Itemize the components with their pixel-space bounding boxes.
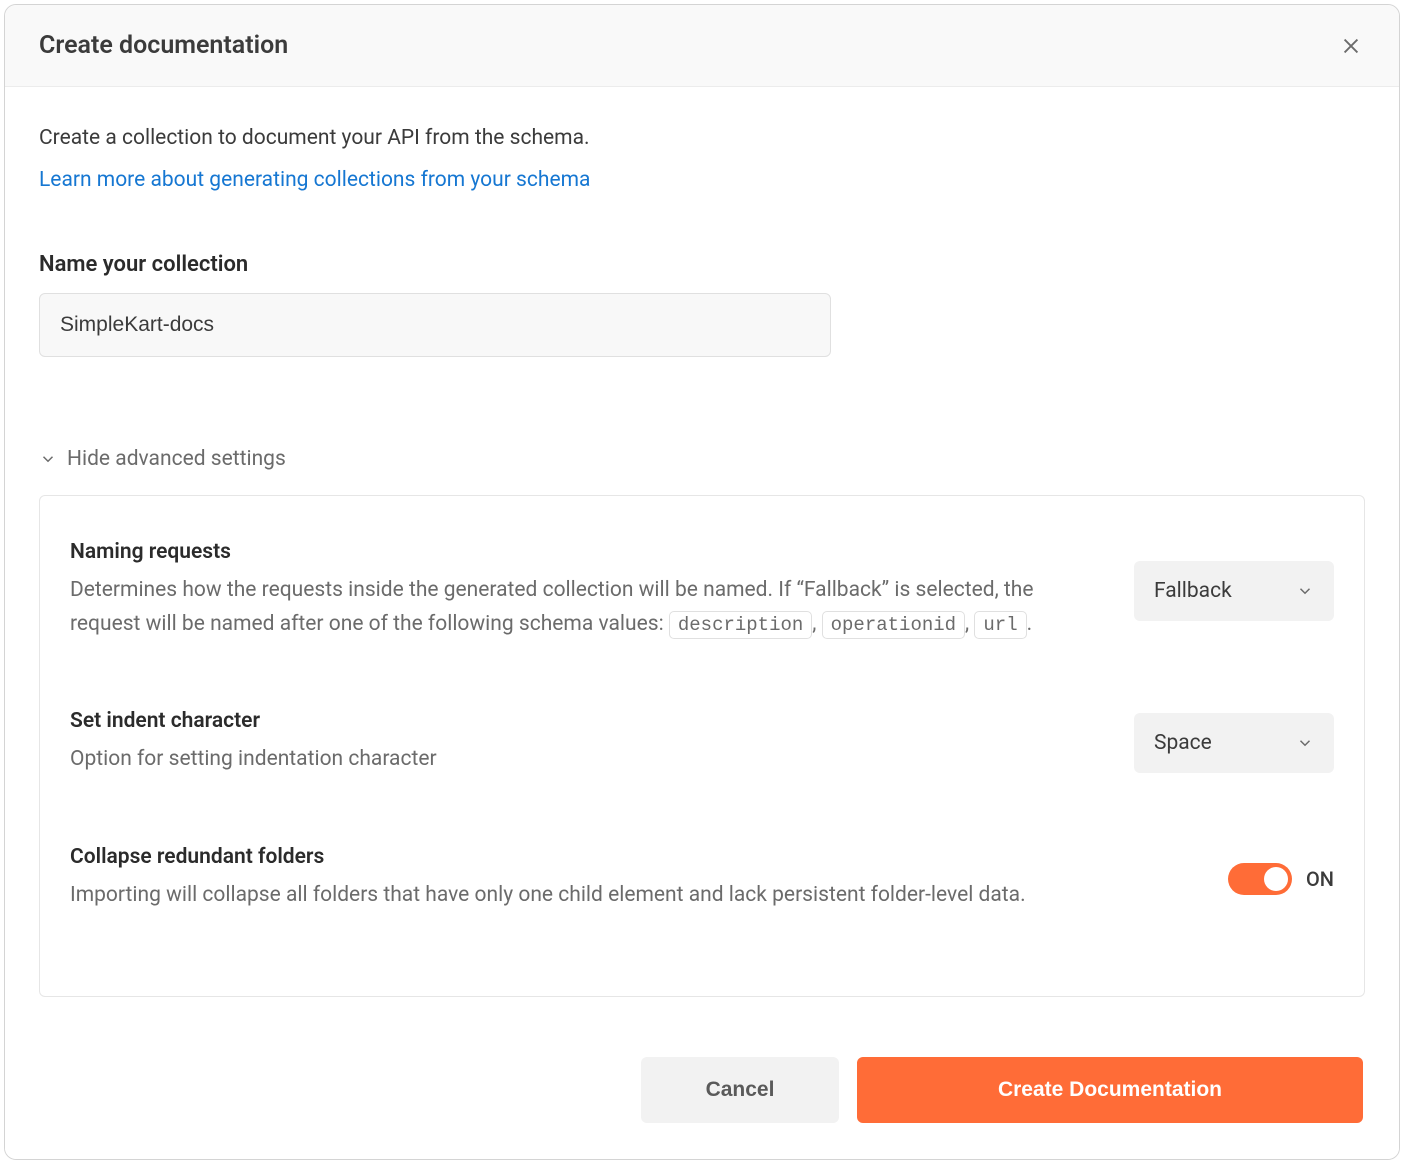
- toggle-state-label: ON: [1306, 867, 1334, 891]
- code-operationid: operationid: [822, 611, 965, 639]
- chevron-down-icon: [1296, 582, 1314, 600]
- setting-control: Space: [1134, 713, 1334, 773]
- advanced-settings-toggle[interactable]: Hide advanced settings: [39, 447, 1365, 471]
- dropdown-value: Space: [1154, 731, 1212, 755]
- learn-more-link[interactable]: Learn more about generating collections …: [39, 165, 590, 197]
- advanced-toggle-label: Hide advanced settings: [67, 447, 286, 471]
- dialog-footer: Cancel Create Documentation: [5, 1029, 1399, 1159]
- close-button[interactable]: [1337, 32, 1365, 60]
- name-collection-label: Name your collection: [39, 252, 1365, 277]
- setting-naming-requests: Naming requests Determines how the reque…: [70, 526, 1334, 665]
- setting-control: Fallback: [1134, 561, 1334, 621]
- setting-title: Collapse redundant folders: [70, 845, 1188, 869]
- indent-character-dropdown[interactable]: Space: [1134, 713, 1334, 773]
- setting-text: Naming requests Determines how the reque…: [70, 540, 1094, 641]
- setting-title: Naming requests: [70, 540, 1094, 564]
- create-documentation-dialog: Create documentation Create a collection…: [4, 4, 1400, 1160]
- dialog-title: Create documentation: [39, 31, 288, 60]
- advanced-settings-panel: Naming requests Determines how the reque…: [39, 495, 1365, 997]
- setting-collapse-folders: Collapse redundant folders Importing wil…: [70, 801, 1334, 937]
- setting-text: Collapse redundant folders Importing wil…: [70, 845, 1188, 913]
- setting-indent-character: Set indent character Option for setting …: [70, 665, 1334, 801]
- setting-control: ON: [1228, 863, 1334, 895]
- setting-description: Determines how the requests inside the g…: [70, 574, 1094, 641]
- chevron-down-icon: [39, 450, 57, 468]
- toggle-wrap: ON: [1228, 863, 1334, 895]
- dialog-header: Create documentation: [5, 5, 1399, 87]
- naming-requests-dropdown[interactable]: Fallback: [1134, 561, 1334, 621]
- dialog-body[interactable]: Create a collection to document your API…: [5, 87, 1399, 1029]
- chevron-down-icon: [1296, 734, 1314, 752]
- setting-text: Set indent character Option for setting …: [70, 709, 1094, 777]
- intro-text: Create a collection to document your API…: [39, 123, 1365, 155]
- close-icon: [1340, 35, 1362, 57]
- code-url: url: [974, 611, 1026, 639]
- dialog-body-wrapper: Create a collection to document your API…: [5, 87, 1399, 1029]
- create-documentation-button[interactable]: Create Documentation: [857, 1057, 1363, 1123]
- dropdown-value: Fallback: [1154, 579, 1232, 603]
- setting-title: Set indent character: [70, 709, 1094, 733]
- cancel-button[interactable]: Cancel: [641, 1057, 839, 1123]
- setting-description: Option for setting indentation character: [70, 743, 1094, 777]
- toggle-knob: [1264, 867, 1288, 891]
- setting-description: Importing will collapse all folders that…: [70, 879, 1188, 913]
- collapse-folders-toggle[interactable]: [1228, 863, 1292, 895]
- collection-name-input[interactable]: [39, 293, 831, 357]
- code-description: description: [669, 611, 812, 639]
